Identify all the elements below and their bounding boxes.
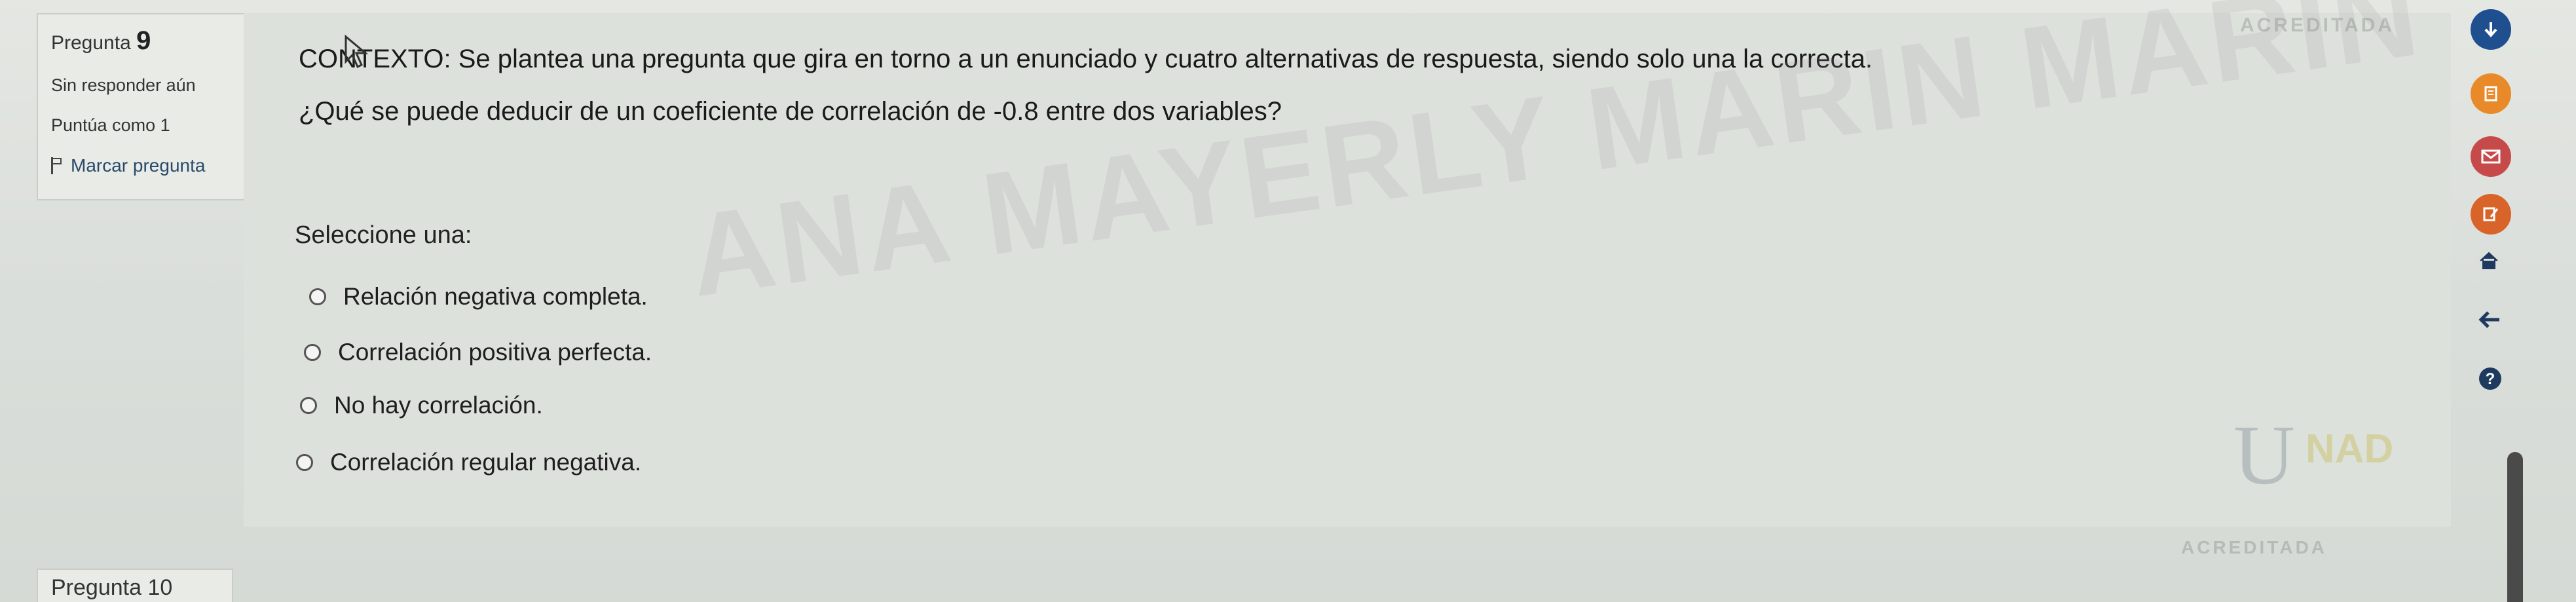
flag-icon (51, 157, 63, 174)
acreditada-logo-top: ACREDITADA (2240, 14, 2395, 36)
radio-button[interactable] (309, 288, 326, 305)
question-number-label: Pregunta (51, 32, 131, 54)
quiz-page: Pregunta 9 Sin responder aún Puntúa como… (0, 0, 2576, 602)
answer-option[interactable]: Correlación positiva perfecta. (304, 339, 652, 366)
next-question-label: Pregunta 10 (51, 575, 173, 600)
next-question-info: Pregunta 10 (37, 569, 233, 602)
radio-button[interactable] (300, 397, 317, 414)
answer-option[interactable]: Correlación regular negativa. (296, 449, 641, 476)
flag-question-label: Marcar pregunta (71, 155, 206, 176)
back-arrow-icon[interactable] (2478, 308, 2501, 336)
scrollbar-thumb[interactable] (2507, 452, 2523, 602)
down-icon[interactable] (2471, 9, 2511, 50)
question-number-value: 9 (136, 26, 151, 55)
question-prompt: ¿Qué se puede deducir de un coeficiente … (299, 97, 1282, 126)
svg-text:?: ? (2486, 370, 2495, 388)
answer-option-label[interactable]: Relación negativa completa. (343, 283, 648, 310)
question-score: Puntúa como 1 (51, 115, 170, 135)
acreditada-logo-bottom: ACREDITADA (2181, 537, 2328, 557)
question-number: Pregunta 9 (51, 26, 244, 56)
answer-option-label[interactable]: No hay correlación. (334, 392, 543, 419)
radio-button[interactable] (304, 344, 321, 361)
edit-icon[interactable] (2471, 194, 2511, 235)
question-info-box: Pregunta 9 Sin responder aún Puntúa como… (37, 13, 258, 200)
help-icon[interactable]: ? (2478, 367, 2502, 397)
answer-option-label[interactable]: Correlación regular negativa. (330, 449, 641, 476)
unad-logo: U NAD (2227, 393, 2423, 524)
unad-logo-u: U (2233, 408, 2295, 502)
answer-option[interactable]: No hay correlación. (300, 392, 543, 419)
select-one-label: Seleccione una: (295, 221, 472, 249)
flag-question-link[interactable]: Marcar pregunta (51, 155, 244, 176)
radio-button[interactable] (296, 454, 313, 471)
answer-option-label[interactable]: Correlación positiva perfecta. (338, 339, 652, 366)
question-status: Sin responder aún (51, 75, 196, 95)
mail-icon[interactable] (2471, 136, 2511, 177)
unad-logo-nad: NAD (2305, 426, 2394, 472)
mouse-cursor-icon (345, 34, 369, 69)
answer-option[interactable]: Relación negativa completa. (309, 283, 648, 310)
notes-icon[interactable] (2471, 73, 2511, 114)
home-icon[interactable] (2478, 249, 2499, 277)
